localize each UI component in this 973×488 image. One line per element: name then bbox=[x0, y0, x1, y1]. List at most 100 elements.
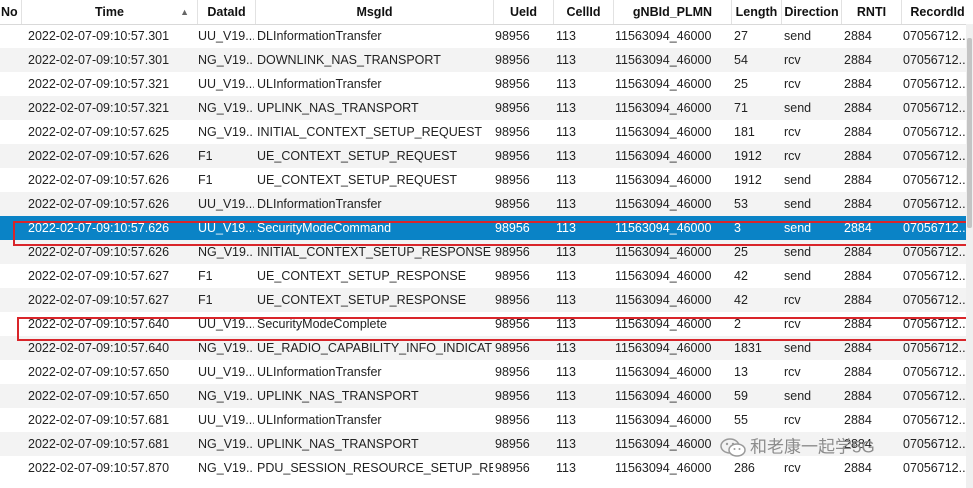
cell-ueid: 98956 bbox=[495, 29, 530, 43]
cell-recordid: 07056712... bbox=[903, 173, 966, 187]
message-table: No Time ▲ DataId MsgId UeId CellId gNBId_… bbox=[0, 0, 973, 488]
cell-length: 54 bbox=[734, 53, 748, 67]
table-row[interactable]: 2022-02-07-09:10:57.650 UU_V19... ULInform… bbox=[0, 360, 966, 384]
table-row[interactable]: 2022-02-07-09:10:57.640 UU_V19... Security… bbox=[0, 312, 966, 336]
table-row[interactable]: 2022-02-07-09:10:57.626 UU_V19... DLInform… bbox=[0, 192, 966, 216]
cell-gnbid: 11563094_46000 bbox=[615, 197, 712, 211]
table-row[interactable]: 2022-02-07-09:10:57.626 F1 UE_CONTEXT_SETU… bbox=[0, 144, 966, 168]
cell-direction: send bbox=[784, 29, 812, 43]
cell-length: 53 bbox=[734, 197, 748, 211]
cell-rnti: 2884 bbox=[844, 269, 872, 283]
watermark: 和老康一起学5G bbox=[720, 432, 875, 462]
cell-length: 1912 bbox=[734, 149, 762, 163]
cell-length: 71 bbox=[734, 101, 748, 115]
cell-rnti: 2884 bbox=[844, 197, 872, 211]
cell-rnti: 2884 bbox=[844, 149, 872, 163]
cell-dataid: F1 bbox=[198, 269, 213, 283]
cell-direction: rcv bbox=[784, 149, 801, 163]
cell-length: 25 bbox=[734, 245, 748, 259]
cell-cellid: 113 bbox=[556, 29, 576, 43]
column-header-rnti[interactable]: RNTI bbox=[842, 0, 902, 24]
cell-dataid: NG_V19... bbox=[198, 437, 254, 451]
cell-direction: send bbox=[784, 101, 812, 115]
table-row[interactable]: 2022-02-07-09:10:57.626 F1 UE_CONTEXT_SETU… bbox=[0, 168, 966, 192]
cell-msgid: UE_CONTEXT_SETUP_REQUEST bbox=[257, 173, 458, 187]
cell-msgid: UE_CONTEXT_SETUP_RESPONSE bbox=[257, 269, 467, 283]
table-row[interactable]: 2022-02-07-09:10:57.627 F1 UE_CONTEXT_SETU… bbox=[0, 264, 966, 288]
column-header-direction[interactable]: Direction bbox=[782, 0, 842, 24]
cell-msgid: ULInformationTransfer bbox=[257, 413, 382, 427]
cell-gnbid: 11563094_46000 bbox=[615, 317, 712, 331]
cell-rnti: 2884 bbox=[844, 101, 872, 115]
cell-recordid: 07056712... bbox=[903, 29, 966, 43]
cell-dataid: UU_V19... bbox=[198, 77, 254, 91]
cell-recordid: 07056712... bbox=[903, 77, 966, 91]
table-row[interactable]: 2022-02-07-09:10:57.626 UU_V19... Security… bbox=[0, 216, 966, 240]
cell-rnti: 2884 bbox=[844, 53, 872, 67]
vertical-scrollbar[interactable] bbox=[966, 24, 973, 488]
cell-rnti: 2884 bbox=[844, 365, 872, 379]
table-row[interactable]: 2022-02-07-09:10:57.640 NG_V19... UE_RADIO… bbox=[0, 336, 966, 360]
cell-cellid: 113 bbox=[556, 197, 576, 211]
table-row[interactable]: 2022-02-07-09:10:57.301 UU_V19... DLInform… bbox=[0, 24, 966, 48]
column-header-msgid[interactable]: MsgId bbox=[256, 0, 494, 24]
column-header-recordid[interactable]: RecordId bbox=[902, 0, 973, 24]
cell-rnti: 2884 bbox=[844, 173, 872, 187]
cell-direction: rcv bbox=[784, 125, 801, 139]
column-header-no[interactable]: No bbox=[0, 0, 22, 24]
cell-cellid: 113 bbox=[556, 413, 576, 427]
cell-direction: rcv bbox=[784, 53, 801, 67]
cell-recordid: 07056712... bbox=[903, 365, 966, 379]
cell-time: 2022-02-07-09:10:57.626 bbox=[28, 173, 170, 187]
cell-ueid: 98956 bbox=[495, 149, 530, 163]
cell-cellid: 113 bbox=[556, 437, 576, 451]
table-row[interactable]: 2022-02-07-09:10:57.627 F1 UE_CONTEXT_SETU… bbox=[0, 288, 966, 312]
cell-direction: send bbox=[784, 197, 812, 211]
cell-cellid: 113 bbox=[556, 125, 576, 139]
table-row[interactable]: 2022-02-07-09:10:57.626 NG_V19... INITIAL_… bbox=[0, 240, 966, 264]
column-header-dataid[interactable]: DataId bbox=[198, 0, 256, 24]
cell-ueid: 98956 bbox=[495, 53, 530, 67]
cell-dataid: NG_V19... bbox=[198, 245, 254, 259]
cell-cellid: 113 bbox=[556, 317, 576, 331]
table-row[interactable]: 2022-02-07-09:10:57.650 NG_V19... UPLINK_N… bbox=[0, 384, 966, 408]
cell-direction: rcv bbox=[784, 317, 801, 331]
cell-direction: rcv bbox=[784, 77, 801, 91]
scrollbar-thumb[interactable] bbox=[967, 38, 972, 228]
cell-ueid: 98956 bbox=[495, 101, 530, 115]
column-header-length[interactable]: Length bbox=[732, 0, 782, 24]
table-row[interactable]: 2022-02-07-09:10:57.321 NG_V19... UPLINK_N… bbox=[0, 96, 966, 120]
cell-recordid: 07056712... bbox=[903, 197, 966, 211]
cell-gnbid: 11563094_46000 bbox=[615, 341, 712, 355]
cell-cellid: 113 bbox=[556, 173, 576, 187]
cell-length: 59 bbox=[734, 389, 748, 403]
cell-recordid: 07056712... bbox=[903, 461, 966, 475]
cell-dataid: NG_V19... bbox=[198, 53, 254, 67]
cell-recordid: 07056712... bbox=[903, 101, 966, 115]
column-header-gnbid[interactable]: gNBId_PLMN bbox=[614, 0, 732, 24]
table-row[interactable]: 2022-02-07-09:10:57.321 UU_V19... ULInform… bbox=[0, 72, 966, 96]
cell-recordid: 07056712... bbox=[903, 245, 966, 259]
table-row[interactable]: 2022-02-07-09:10:57.681 UU_V19... ULInform… bbox=[0, 408, 966, 432]
cell-recordid: 07056712... bbox=[903, 341, 966, 355]
cell-msgid: SecurityModeCommand bbox=[257, 221, 392, 235]
cell-time: 2022-02-07-09:10:57.640 bbox=[28, 317, 170, 331]
cell-ueid: 98956 bbox=[495, 197, 530, 211]
cell-dataid: UU_V19... bbox=[198, 221, 254, 235]
cell-ueid: 98956 bbox=[495, 245, 530, 259]
cell-rnti: 2884 bbox=[844, 221, 872, 235]
column-header-ueid[interactable]: UeId bbox=[494, 0, 554, 24]
cell-dataid: UU_V19... bbox=[198, 29, 254, 43]
table-row[interactable]: 2022-02-07-09:10:57.625 NG_V19... INITIAL_… bbox=[0, 120, 966, 144]
cell-gnbid: 11563094_46000 bbox=[615, 173, 712, 187]
column-header-cellid[interactable]: CellId bbox=[554, 0, 614, 24]
table-row[interactable]: 2022-02-07-09:10:57.301 NG_V19... DOWNLINK… bbox=[0, 48, 966, 72]
cell-msgid: DLInformationTransfer bbox=[257, 29, 382, 43]
cell-gnbid: 11563094_46000 bbox=[615, 77, 712, 91]
cell-ueid: 98956 bbox=[495, 293, 530, 307]
column-header-time[interactable]: Time ▲ bbox=[22, 0, 198, 24]
cell-msgid: UPLINK_NAS_TRANSPORT bbox=[257, 389, 419, 403]
cell-length: 181 bbox=[734, 125, 755, 139]
cell-dataid: NG_V19... bbox=[198, 461, 254, 475]
cell-cellid: 113 bbox=[556, 389, 576, 403]
